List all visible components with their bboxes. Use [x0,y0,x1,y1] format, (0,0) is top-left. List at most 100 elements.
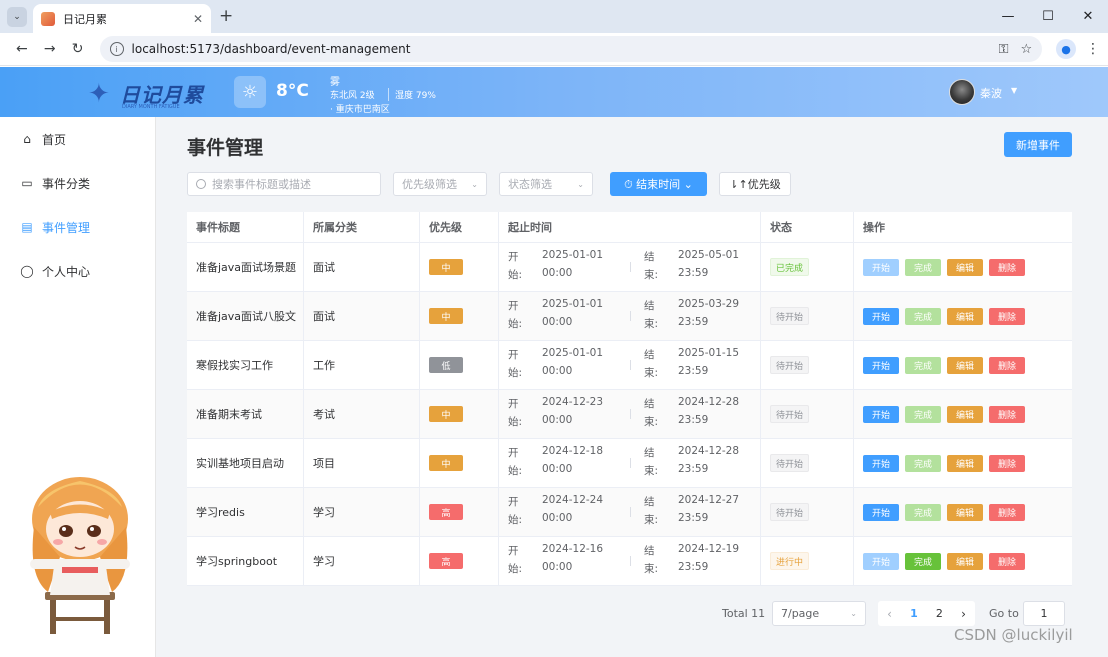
search-field[interactable] [187,172,381,196]
profile-icon[interactable]: ● [1056,39,1077,59]
start-label: 开 [508,447,519,459]
priority-filter-select[interactable]: 优先级筛选 ⌄ [393,172,487,196]
sidebar-item-home[interactable]: ⌂ 首页 [0,117,155,161]
tab-search-button[interactable]: ⌄ [7,7,27,27]
start-button[interactable]: 开始 [863,503,899,521]
temperature: 8°C [276,81,309,101]
start-clock: 00:00 [542,512,573,524]
delete-button[interactable]: 删除 [989,307,1025,325]
avatar[interactable] [949,79,975,105]
end-time: 结 2025-05-01 束: 23:59 [644,249,739,285]
delete-button[interactable]: 删除 [989,454,1025,472]
time-divider [630,360,631,370]
forward-icon[interactable]: → [36,41,64,57]
edit-button[interactable]: 编辑 [947,503,983,521]
start-button[interactable]: 开始 [863,356,899,374]
edit-button[interactable]: 编辑 [947,454,983,472]
browser-tab[interactable]: 日记月累 ✕ [33,4,211,33]
page-number[interactable]: 1 [910,607,918,620]
time-cell: 开 2024-12-18 始: 00:00 结 2024-12-28 束: 23… [499,439,761,487]
reload-icon[interactable]: ↻ [64,41,92,57]
next-page-icon[interactable]: › [961,607,966,621]
edit-button[interactable]: 编辑 [947,552,983,570]
actions-cell: 开始 完成 编辑 删除 [854,537,1072,585]
delete-button[interactable]: 删除 [989,503,1025,521]
bookmark-star-icon[interactable]: ☆ [1020,42,1032,57]
complete-button[interactable]: 完成 [905,356,941,374]
event-category: 工作 [304,341,420,389]
folder-icon: ▭ [21,176,33,190]
complete-button[interactable]: 完成 [905,552,941,570]
complete-button[interactable]: 完成 [905,258,941,276]
start-time: 开 2025-01-01 始: 00:00 [508,298,630,334]
browser-menu-icon[interactable]: ⋮ [1086,41,1100,57]
priority-tag: 中 [429,455,463,471]
complete-button[interactable]: 完成 [905,405,941,423]
priority-cell: 中 [420,439,499,487]
start-button[interactable]: 开始 [863,405,899,423]
edit-button[interactable]: 编辑 [947,307,983,325]
user-caret-icon[interactable]: ▼ [1011,86,1017,95]
maximize-button[interactable]: ☐ [1028,0,1068,33]
start-button[interactable]: 开始 [863,258,899,276]
end-time: 结 2024-12-19 束: 23:59 [644,543,739,579]
app-logo[interactable]: ✦ 日记月累 DIARY MONTH FATIGUE [88,76,208,110]
status-cell: 待开始 [761,439,854,487]
edit-button[interactable]: 编辑 [947,356,983,374]
edit-button[interactable]: 编辑 [947,258,983,276]
page-size-select[interactable]: 7/page ⌄ [772,601,866,626]
delete-button[interactable]: 删除 [989,405,1025,423]
start-label: 始: [508,465,523,477]
delete-button[interactable]: 删除 [989,356,1025,374]
weather-location: · 重庆市巴南区 [330,105,390,115]
status-cell: 进行中 [761,537,854,585]
sort-end-time-button[interactable]: ⏱ 结束时间 ⌄ [610,172,707,196]
new-tab-button[interactable]: + [219,6,233,26]
actions-cell: 开始 完成 编辑 删除 [854,243,1072,291]
filter-bar: 优先级筛选 ⌄ 状态筛选 ⌄ ⏱ 结束时间 ⌄ ⇂↑优先级 [187,172,887,196]
delete-button[interactable]: 删除 [989,258,1025,276]
priority-filter-placeholder: 优先级筛选 [402,178,457,191]
status-filter-select[interactable]: 状态筛选 ⌄ [499,172,593,196]
back-icon[interactable]: ← [8,41,36,57]
prev-page-icon[interactable]: ‹ [887,607,892,621]
pagination-total: Total 11 [722,607,766,620]
time-cell: 开 2025-01-01 始: 00:00 结 2025-03-29 束: 23… [499,292,761,340]
event-category: 考试 [304,390,420,438]
key-icon[interactable]: ⚿ [999,42,1009,57]
sidebar-item-profile[interactable]: ◯ 个人中心 [0,249,155,293]
sidebar-item-label: 事件管理 [42,220,91,235]
tab-close-icon[interactable]: ✕ [193,12,203,26]
end-time: 结 2024-12-28 束: 23:59 [644,445,739,481]
event-title: 准备java面试场景题 [187,243,304,291]
priority-cell: 中 [420,243,499,291]
page-number[interactable]: 2 [936,607,943,620]
sidebar-item-categories[interactable]: ▭ 事件分类 [0,161,155,205]
start-button[interactable]: 开始 [863,307,899,325]
table-row: 学习springboot 学习 高 开 2024-12-16 始: 00:00 … [187,537,1072,586]
add-event-button[interactable]: 新增事件 [1004,132,1072,157]
priority-tag: 低 [429,357,463,373]
start-button[interactable]: 开始 [863,454,899,472]
delete-button[interactable]: 删除 [989,552,1025,570]
search-input[interactable] [212,177,372,191]
url-text[interactable]: localhost:5173/dashboard/event-managemen… [132,42,987,56]
table-header: 事件标题 所属分类 优先级 起止时间 状态 操作 [187,212,1072,243]
user-name[interactable]: 秦波 [980,85,1002,101]
status-cell: 待开始 [761,488,854,536]
complete-button[interactable]: 完成 [905,307,941,325]
complete-button[interactable]: 完成 [905,454,941,472]
start-label: 开 [508,300,519,312]
start-label: 开 [508,545,519,557]
close-window-button[interactable]: ✕ [1068,0,1108,33]
sort-priority-button[interactable]: ⇂↑优先级 [719,172,791,196]
complete-button[interactable]: 完成 [905,503,941,521]
goto-page-input[interactable] [1023,601,1065,626]
address-bar[interactable]: i localhost:5173/dashboard/event-managem… [99,36,1043,62]
event-category: 面试 [304,292,420,340]
minimize-button[interactable]: — [988,0,1028,33]
edit-button[interactable]: 编辑 [947,405,983,423]
sidebar-item-event-management[interactable]: ▤ 事件管理 [0,205,155,249]
start-button[interactable]: 开始 [863,552,899,570]
site-info-icon[interactable]: i [109,42,124,56]
